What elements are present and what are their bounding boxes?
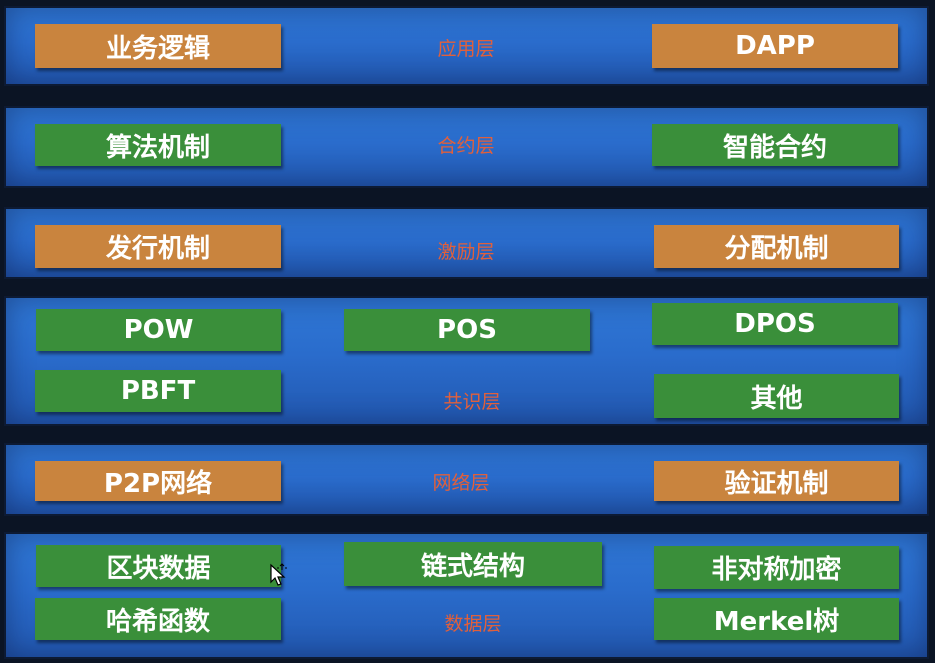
box-smart-contract: 智能合约 <box>652 124 898 166</box>
box-algorithm-mechanism: 算法机制 <box>35 124 281 166</box>
layer-label-contract: 合约层 <box>437 135 495 157</box>
box-verification-mechanism: 验证机制 <box>654 461 899 501</box>
layer-label-consensus: 共识层 <box>443 391 501 413</box>
layer-label-data: 数据层 <box>444 613 502 635</box>
box-p2p-network: P2P网络 <box>35 461 281 501</box>
box-business-logic: 业务逻辑 <box>35 24 281 68</box>
layer-label-incentive: 激励层 <box>437 241 495 263</box>
box-pos: POS <box>344 309 590 351</box>
box-hash-function: 哈希函数 <box>35 598 281 640</box>
layer-label-network: 网络层 <box>432 472 490 494</box>
box-dapp: DAPP <box>652 24 898 68</box>
box-other: 其他 <box>654 374 899 418</box>
box-pow: POW <box>36 309 281 351</box>
move-cursor-icon <box>270 563 287 586</box>
box-issuance-mechanism: 发行机制 <box>35 225 281 268</box>
box-distribution-mechanism: 分配机制 <box>654 225 899 268</box>
box-pbft: PBFT <box>35 370 281 412</box>
box-chain-structure: 链式结构 <box>344 542 602 586</box>
box-block-data: 区块数据 <box>36 545 281 587</box>
layer-label-application: 应用层 <box>437 38 495 60</box>
box-asymmetric-encryption: 非对称加密 <box>654 546 899 589</box>
box-merkel-tree: Merkel树 <box>654 598 899 640</box>
box-dpos: DPOS <box>652 303 898 345</box>
